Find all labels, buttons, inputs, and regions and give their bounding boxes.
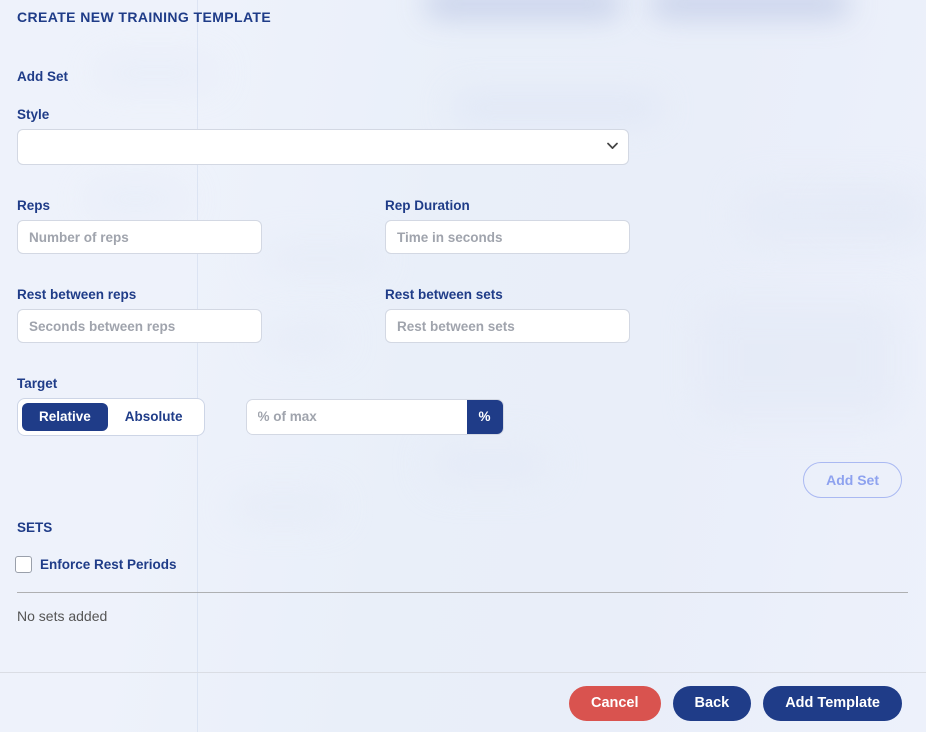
- enforce-rest-periods-row[interactable]: Enforce Rest Periods: [15, 556, 177, 573]
- footer-actions: Cancel Back Add Template: [568, 686, 902, 721]
- create-template-panel: CREATE NEW TRAINING TEMPLATE Add Set Sty…: [0, 0, 926, 732]
- rest-between-sets-input[interactable]: [385, 309, 630, 343]
- add-set-heading: Add Set: [17, 69, 69, 84]
- reps-label: Reps: [17, 198, 51, 213]
- target-percent-input[interactable]: [246, 399, 467, 434]
- target-label: Target: [17, 376, 58, 391]
- sets-divider: [17, 592, 908, 593]
- no-sets-message: No sets added: [17, 608, 108, 624]
- style-select[interactable]: [17, 129, 629, 165]
- enforce-rest-periods-checkbox[interactable]: [15, 556, 32, 573]
- rest-between-reps-label: Rest between reps: [17, 287, 137, 302]
- back-button[interactable]: Back: [672, 686, 752, 721]
- style-label: Style: [17, 107, 50, 122]
- target-absolute-button[interactable]: Absolute: [108, 403, 200, 431]
- page-title: CREATE NEW TRAINING TEMPLATE: [17, 9, 272, 25]
- sets-heading: SETS: [17, 520, 53, 535]
- percent-sign-addon: %: [466, 399, 503, 434]
- rep-duration-label: Rep Duration: [385, 198, 470, 213]
- cancel-button[interactable]: Cancel: [568, 686, 661, 721]
- target-percent-group: %: [246, 399, 503, 434]
- rep-duration-input[interactable]: [385, 220, 630, 254]
- target-mode-toggle-group: Relative Absolute: [17, 398, 205, 436]
- add-set-button[interactable]: Add Set: [803, 462, 902, 498]
- target-relative-button[interactable]: Relative: [22, 403, 108, 431]
- footer-divider: [0, 672, 926, 673]
- enforce-rest-periods-label: Enforce Rest Periods: [40, 557, 177, 572]
- reps-input[interactable]: [17, 220, 262, 254]
- rest-between-sets-label: Rest between sets: [385, 287, 503, 302]
- add-template-button[interactable]: Add Template: [763, 686, 902, 721]
- rest-between-reps-input[interactable]: [17, 309, 262, 343]
